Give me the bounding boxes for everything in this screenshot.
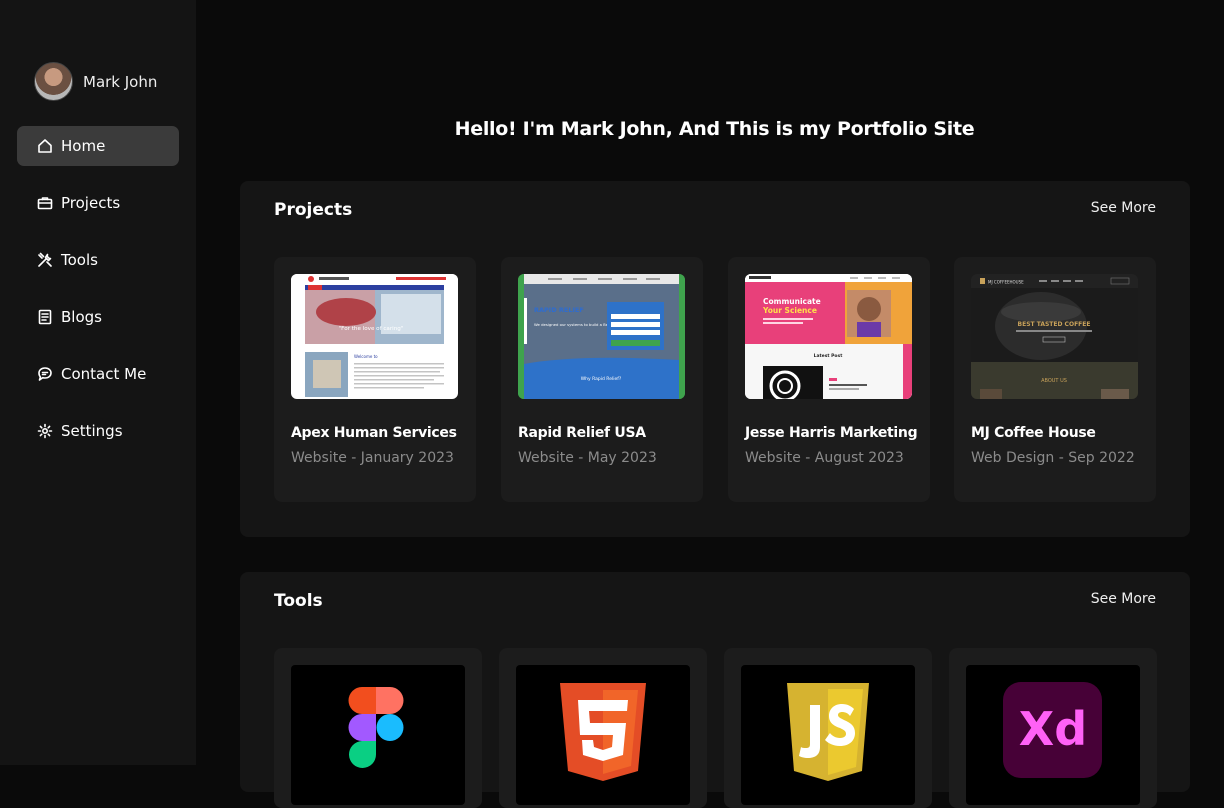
project-meta: Website - August 2023 <box>745 450 904 466</box>
sidebar-item-settings[interactable]: Settings <box>17 411 179 451</box>
chat-icon <box>38 367 52 381</box>
profile[interactable]: Mark John <box>34 62 157 101</box>
sidebar-item-home[interactable]: Home <box>17 126 179 166</box>
html5-icon <box>516 665 690 805</box>
avatar <box>34 62 73 101</box>
thumbnail-welcome: Welcome to <box>354 354 378 359</box>
sidebar: Mark John Home Projects Tools Blogs Cont… <box>0 0 196 765</box>
figma-icon <box>291 665 465 805</box>
project-thumbnail: RAPID RELIEF We designed our systems to … <box>518 274 685 399</box>
gear-icon <box>37 423 53 439</box>
project-meta: Website - May 2023 <box>518 450 657 466</box>
thumbnail-about: ABOUT US <box>1041 378 1067 384</box>
project-title: Apex Human Services <box>291 425 457 441</box>
project-thumbnail: MJ COFFEEHOUSE BEST TASTED COFFEE ABOUT … <box>971 274 1138 399</box>
document-icon <box>38 309 52 325</box>
thumbnail-tagline: "For the love of caring" <box>339 326 404 332</box>
project-card[interactable]: "For the love of caring" Welcome to Apex… <box>274 257 476 502</box>
sidebar-item-blogs[interactable]: Blogs <box>17 297 179 337</box>
project-meta: Website - January 2023 <box>291 450 454 466</box>
sidebar-item-label: Tools <box>61 251 98 269</box>
thumbnail-latest: Latest Post <box>814 353 844 359</box>
project-title: MJ Coffee House <box>971 425 1096 441</box>
sidebar-item-projects[interactable]: Projects <box>17 183 179 223</box>
projects-section: Projects See More "For the love of carin… <box>240 181 1190 537</box>
profile-name: Mark John <box>83 72 158 91</box>
project-card[interactable]: RAPID RELIEF We designed our systems to … <box>501 257 703 502</box>
thumbnail-brand: MJ COFFEEHOUSE <box>988 280 1024 285</box>
sidebar-item-label: Blogs <box>61 308 102 326</box>
tool-card[interactable] <box>724 648 932 808</box>
sidebar-item-contact[interactable]: Contact Me <box>17 354 179 394</box>
thumbnail-line2: Your Science <box>762 306 817 315</box>
sidebar-item-label: Contact Me <box>61 365 147 383</box>
project-meta: Web Design - Sep 2022 <box>971 450 1135 466</box>
project-thumbnail: "For the love of caring" Welcome to <box>291 274 458 399</box>
tools-icon <box>38 252 52 267</box>
javascript-icon <box>741 665 915 805</box>
sidebar-nav: Home Projects Tools Blogs Contact Me Set… <box>17 126 179 468</box>
section-title: Projects <box>274 200 353 220</box>
thumbnail-cta: Why Rapid Relief? <box>581 376 622 382</box>
page-title: Hello! I'm Mark John, And This is my Por… <box>454 118 975 140</box>
projects-see-more-link[interactable]: See More <box>1091 200 1156 216</box>
tool-card[interactable]: Xd <box>949 648 1157 808</box>
tool-card[interactable] <box>274 648 482 808</box>
sidebar-item-label: Settings <box>61 422 123 440</box>
project-title: Jesse Harris Marketing <box>745 425 918 441</box>
briefcase-icon <box>37 197 53 210</box>
adobe-xd-logo-text: Xd <box>1019 702 1087 756</box>
thumbnail-logo: RAPID RELIEF <box>534 306 584 314</box>
section-title: Tools <box>274 591 323 611</box>
project-thumbnail: Communicate Your Science Latest Post <box>745 274 912 399</box>
thumbnail-tagline: BEST TASTED COFFEE <box>1018 321 1091 328</box>
sidebar-item-label: Projects <box>61 194 121 212</box>
project-title: Rapid Relief USA <box>518 425 646 441</box>
tools-section: Tools See More Xd <box>240 572 1190 808</box>
thumbnail-line1: Communicate <box>763 297 821 306</box>
project-card[interactable]: MJ COFFEEHOUSE BEST TASTED COFFEE ABOUT … <box>954 257 1156 502</box>
main-content: Hello! I'm Mark John, And This is my Por… <box>196 0 1224 808</box>
tool-card[interactable] <box>499 648 707 808</box>
project-card[interactable]: Communicate Your Science Latest Post Jes… <box>728 257 930 502</box>
tools-see-more-link[interactable]: See More <box>1091 591 1156 607</box>
home-icon <box>38 139 52 153</box>
sidebar-item-label: Home <box>61 137 106 155</box>
adobe-xd-icon: Xd <box>966 665 1140 805</box>
sidebar-item-tools[interactable]: Tools <box>17 240 179 280</box>
